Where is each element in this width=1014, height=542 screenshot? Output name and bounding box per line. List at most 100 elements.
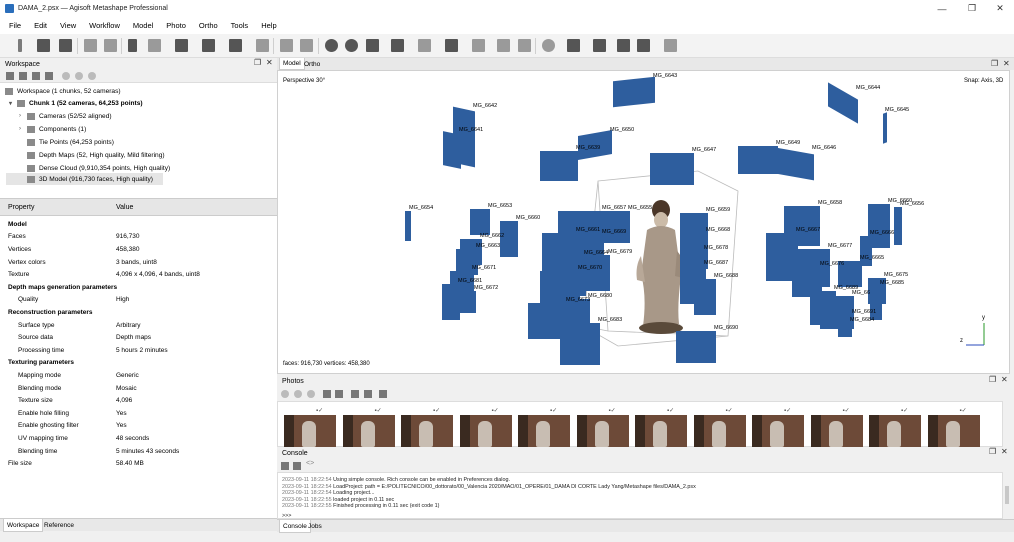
camera-plane[interactable] [838, 323, 852, 337]
photo-thumbnail[interactable] [752, 415, 804, 447]
photo-thumbnail[interactable] [576, 415, 629, 447]
property-row[interactable]: Vertex colors 3 bands, uint8 [0, 256, 277, 269]
camera-plane[interactable] [650, 153, 694, 185]
property-row[interactable]: Source data Depth maps [0, 331, 277, 344]
property-column-header[interactable]: Property [8, 204, 34, 211]
property-row[interactable]: Blending time 5 minutes 43 seconds [0, 445, 277, 458]
markers-icon[interactable] [593, 39, 606, 52]
console-output[interactable]: 2023-09-11 18:22:54 Using simple console… [277, 472, 1003, 519]
camera-plane[interactable] [894, 207, 902, 245]
remove-items-icon[interactable] [45, 72, 53, 80]
tie-points-icon[interactable] [391, 39, 404, 52]
photo-thumbnail[interactable] [401, 415, 453, 447]
draw-polyline-icon[interactable] [229, 39, 242, 52]
save-icon[interactable] [59, 39, 72, 52]
settings-icon[interactable] [664, 39, 677, 52]
camera-icon[interactable] [567, 39, 580, 52]
tree-workspace[interactable]: Workspace (1 chunks, 52 cameras) [5, 85, 121, 97]
photo-thumbnail[interactable] [693, 415, 746, 447]
tree-components[interactable]: › Components (1) [19, 123, 86, 135]
transform-region-icon[interactable] [175, 39, 188, 52]
zoom-out-icon[interactable] [345, 39, 358, 52]
add-photos-icon[interactable] [19, 72, 27, 80]
shapes-icon[interactable] [542, 39, 555, 52]
move-view-icon[interactable] [366, 39, 379, 52]
camera-plane[interactable] [694, 279, 716, 315]
console-scrollbar[interactable] [1003, 472, 1011, 519]
tiled-model-icon[interactable] [497, 39, 510, 52]
tab-reference[interactable]: Reference [41, 519, 77, 532]
camera-plane[interactable] [443, 131, 461, 169]
photos-scrollbar[interactable] [1003, 401, 1011, 447]
camera-plane[interactable] [613, 76, 655, 108]
disable-icon[interactable] [75, 72, 83, 80]
undo-icon[interactable] [84, 39, 97, 52]
property-row[interactable]: Enable ghosting filter Yes [0, 420, 277, 433]
photo-thumbnail[interactable] [459, 415, 512, 447]
camera-plane[interactable] [560, 323, 600, 365]
menu-help[interactable]: Help [261, 21, 276, 30]
float-view-icon[interactable]: ❐ [991, 59, 998, 68]
camera-plane[interactable] [828, 82, 858, 124]
property-row[interactable]: Mapping mode Generic [0, 369, 277, 382]
camera-plane[interactable] [776, 147, 814, 181]
model-solid-icon[interactable] [472, 39, 485, 52]
camera-plane[interactable] [883, 112, 887, 144]
tab-workspace[interactable]: Workspace [3, 519, 44, 532]
save-log-icon[interactable] [281, 462, 289, 470]
view-thumbnails-icon[interactable] [351, 390, 359, 398]
float-panel-icon[interactable]: ❐ [254, 58, 261, 67]
property-row[interactable]: Blending mode Mosaic [0, 382, 277, 395]
property-row[interactable]: Processing time 5 hours 2 minutes [0, 344, 277, 357]
property-row[interactable]: Texture 4,096 x 4,096, 4 bands, uint8 [0, 268, 277, 281]
draw-polygon-icon[interactable] [202, 39, 215, 52]
photo-thumbnail[interactable] [869, 415, 921, 447]
photo-thumbnail[interactable] [927, 415, 980, 447]
value-column-header[interactable]: Value [116, 204, 133, 211]
dem-icon[interactable] [518, 39, 531, 52]
tree-depth-maps[interactable]: Depth Maps (52, High quality, Mild filte… [27, 149, 165, 161]
collapse-arrow-icon[interactable]: ▾ [9, 100, 17, 107]
clear-log-icon[interactable] [293, 462, 301, 470]
view-grid-icon[interactable] [379, 390, 387, 398]
menu-file[interactable]: File [9, 21, 21, 30]
flag-icon[interactable] [617, 39, 630, 52]
minimize-button[interactable]: — [926, 0, 958, 17]
tab-jobs[interactable]: Jobs [305, 520, 325, 533]
close-console-icon[interactable]: ✕ [1001, 447, 1008, 456]
model-shaded-icon[interactable] [445, 39, 458, 52]
menu-ortho[interactable]: Ortho [199, 21, 218, 30]
enable-icon[interactable] [62, 72, 70, 80]
run-script-icon[interactable]: <> [306, 460, 314, 467]
menu-tools[interactable]: Tools [231, 21, 249, 30]
property-row[interactable]: Vertices 458,380 [0, 243, 277, 256]
tree-cameras[interactable]: › Cameras (52/52 aligned) [19, 110, 112, 122]
close-panel-icon[interactable]: ✕ [266, 58, 273, 67]
photo-thumbnail[interactable] [518, 415, 570, 447]
redo-icon[interactable] [104, 39, 117, 52]
menu-photo[interactable]: Photo [166, 21, 186, 30]
tree-chunk[interactable]: ▾ Chunk 1 (52 cameras, 64,253 points) [9, 97, 143, 109]
property-row[interactable]: Texture size 4,096 [0, 394, 277, 407]
property-section[interactable]: Texturing parameters [0, 357, 277, 370]
view-details-icon[interactable] [364, 390, 372, 398]
camera-plane[interactable] [458, 291, 476, 313]
property-row[interactable]: File size 58.40 MB [0, 457, 277, 470]
filter-by-markers-icon[interactable] [335, 390, 343, 398]
camera-plane[interactable] [470, 209, 490, 235]
camera-plane[interactable] [738, 146, 778, 174]
property-row[interactable]: Faces 916,730 [0, 231, 277, 244]
close-view-icon[interactable]: ✕ [1003, 59, 1010, 68]
property-section[interactable]: Reconstruction parameters [0, 306, 277, 319]
close-photos-icon[interactable]: ✕ [1001, 375, 1008, 384]
delete-selection-icon[interactable] [280, 39, 293, 52]
property-section[interactable]: Model [0, 218, 277, 231]
float-console-icon[interactable]: ❐ [989, 447, 996, 456]
remove-photo-icon[interactable] [307, 390, 315, 398]
photo-thumbnail[interactable] [284, 415, 336, 447]
property-row[interactable]: Surface type Arbitrary [0, 319, 277, 332]
enable-photo-icon[interactable] [281, 390, 289, 398]
property-row[interactable]: Enable hole filling Yes [0, 407, 277, 420]
model-3d-view[interactable]: Perspective 30° Snap: Axis, 3D faces: 91… [277, 70, 1010, 374]
expand-arrow-icon[interactable]: › [19, 113, 27, 119]
